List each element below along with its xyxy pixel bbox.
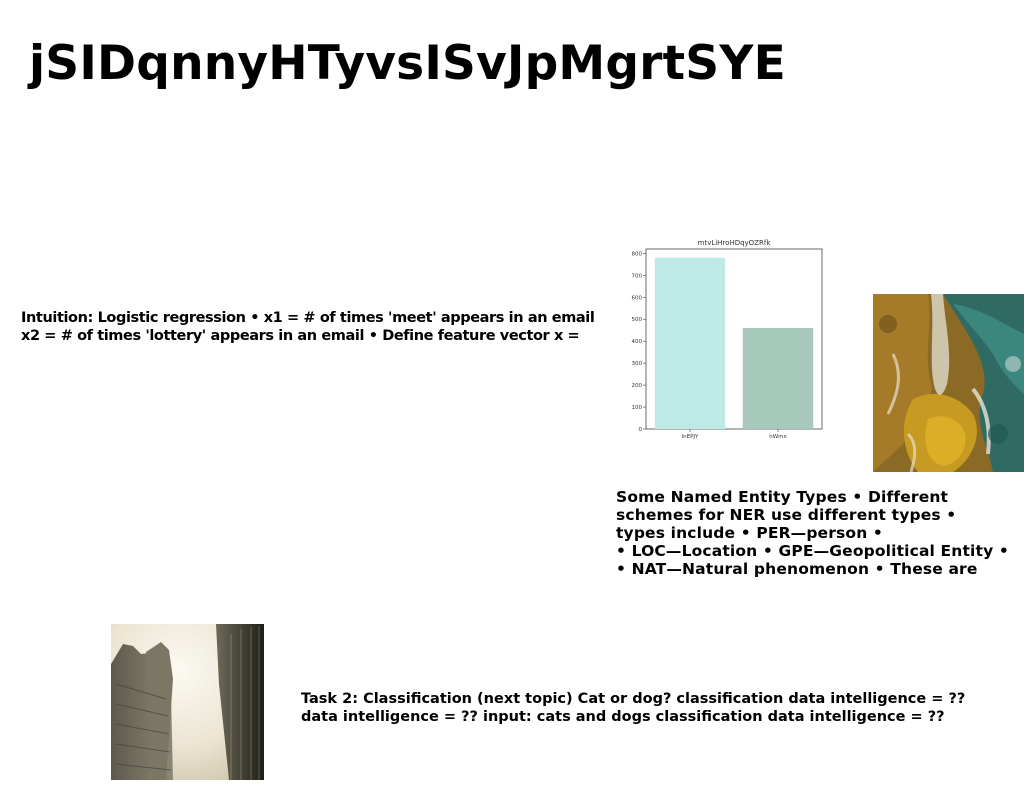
aerial-coastline-image	[873, 294, 1024, 472]
y-tick-label: 300	[632, 361, 643, 367]
y-tick-label: 800	[632, 251, 643, 257]
ner-line: Some Named Entity Types • Different	[616, 488, 949, 506]
y-tick-label: 200	[632, 383, 643, 389]
intuition-text: Intuition: Logistic regression • x1 = # …	[21, 309, 621, 345]
chart-title: mtvLiHroHDqyOZRfk	[698, 239, 772, 247]
bar	[742, 328, 814, 429]
task-line: Task 2: Classification (next topic) Cat …	[301, 691, 966, 707]
ner-line: • NAT—Natural phenomenon • These are	[616, 560, 978, 578]
y-tick-label: 500	[632, 317, 643, 323]
y-tick-label: 600	[632, 295, 643, 301]
task-line: data intelligence = ?? input: cats and d…	[301, 709, 945, 725]
intuition-line: x2 = # of times 'lottery' appears in an …	[21, 328, 580, 344]
y-tick-label: 100	[632, 405, 643, 411]
x-tick-label: lnEPJY	[682, 434, 699, 440]
bar	[654, 257, 726, 429]
bar-chart: mtvLiHroHDqyOZRfk 0 100 200 300 400 500 600 700…	[632, 239, 823, 440]
ner-line: types include • PER—person •	[616, 524, 883, 542]
slide-title: jSIDqnnyHTyvsISvJpMgrtSYE	[29, 36, 786, 91]
y-tick-label: 400	[632, 339, 643, 345]
ner-text: Some Named Entity Types • Different sche…	[616, 488, 1024, 578]
ner-line: • LOC—Location • GPE—Geopolitical Entity…	[616, 542, 1009, 560]
x-tick-label: nWmx	[769, 434, 787, 440]
ner-line: schemes for NER use different types •	[616, 506, 957, 524]
y-tick-label: 0	[639, 427, 643, 433]
intuition-line: Intuition: Logistic regression • x1 = # …	[21, 310, 595, 326]
task-text: Task 2: Classification (next topic) Cat …	[301, 690, 1001, 726]
y-tick-label: 700	[632, 273, 643, 279]
skyscrapers-photo	[111, 624, 264, 780]
